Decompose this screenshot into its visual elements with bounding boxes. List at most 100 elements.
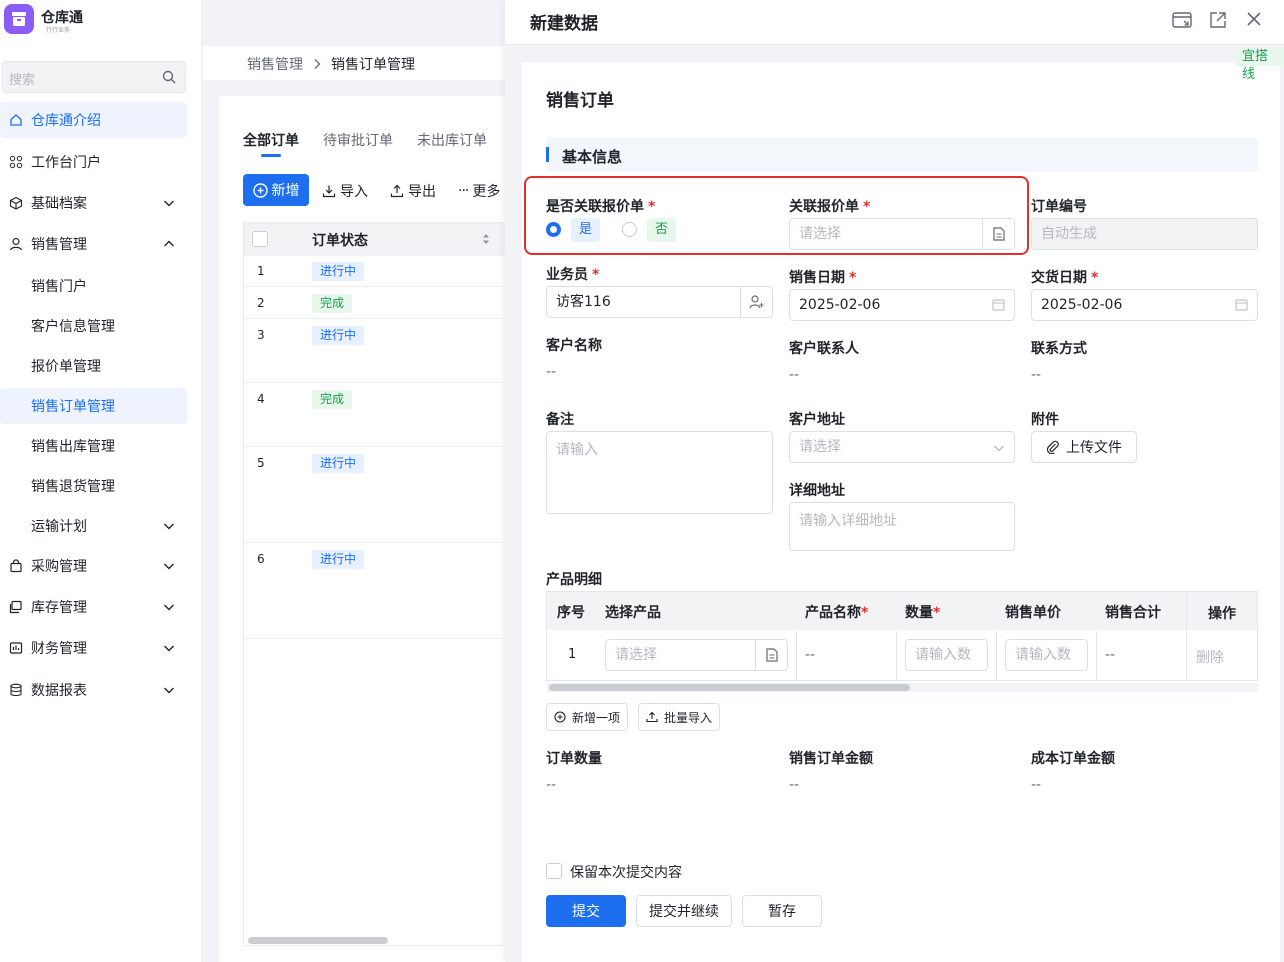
customer-name-value: -- (546, 364, 557, 380)
select-all-checkbox[interactable] (252, 231, 268, 247)
sale-date-label: 销售日期 * (789, 270, 857, 286)
link-quote-label-text: 是否关联报价单 (546, 199, 644, 215)
tab-not-shipped-orders[interactable]: 未出库订单 (417, 130, 487, 150)
salesman-value: 访客116 (556, 294, 611, 310)
home-icon (8, 112, 24, 128)
detail-address-textarea[interactable]: 请输入详细地址 (789, 502, 1015, 551)
sidebar-item-sales-order[interactable]: 销售订单管理 (0, 388, 187, 424)
upload-file-button[interactable]: 上传文件 (1031, 431, 1137, 463)
delivery-date-picker[interactable]: 2025-02-06 (1031, 289, 1258, 321)
chevron-down-icon (994, 445, 1004, 452)
sidebar-item-purchase[interactable]: 采购管理 (0, 548, 187, 584)
unit-price-input[interactable]: 请输入数 (1005, 639, 1088, 671)
more-label: 更多 (472, 184, 501, 200)
window-icon[interactable] (1172, 11, 1192, 29)
delete-row-button[interactable]: 删除 (1196, 647, 1224, 667)
plus-circle-icon (554, 711, 566, 723)
column-header-no: 序号 (557, 605, 585, 621)
sale-date-picker[interactable]: 2025-02-06 (789, 289, 1015, 321)
tab-all-orders[interactable]: 全部订单 (243, 130, 299, 150)
document-icon[interactable] (755, 640, 787, 670)
link-quote-no-radio[interactable] (622, 222, 637, 237)
submit-continue-button[interactable]: 提交并继续 (636, 895, 732, 927)
product-scrollbar[interactable] (549, 684, 910, 691)
add-item-button[interactable]: 新增一项 (546, 703, 628, 731)
address-select[interactable]: 请选择 (789, 431, 1015, 463)
sidebar-item-reports[interactable]: 数据报表 (0, 672, 187, 708)
link-quote-yes-label[interactable]: 是 (571, 218, 601, 242)
close-icon[interactable] (1246, 11, 1262, 27)
chevron-down-icon (164, 563, 174, 570)
sidebar-item-sales-return[interactable]: 销售退货管理 (0, 468, 187, 504)
sidebar-item-inventory[interactable]: 库存管理 (0, 589, 187, 625)
row-number: 1 (257, 264, 265, 278)
table-scrollbar[interactable] (248, 937, 388, 944)
column-header-status: 订单状态 (312, 233, 368, 249)
breadcrumb-parent[interactable]: 销售管理 (247, 54, 303, 74)
column-header-total: 销售合计 (1105, 605, 1161, 621)
stack-icon (8, 599, 24, 615)
order-no-field: 自动生成 (1031, 218, 1258, 250)
user-add-icon[interactable] (740, 287, 772, 317)
column-header-qty-text: 数量 (905, 605, 933, 621)
upload-icon (646, 711, 658, 723)
platform-tag: 宜搭线 (1236, 48, 1284, 82)
remark-textarea[interactable]: 请输入 (546, 431, 773, 514)
salesman-field[interactable]: 访客116 (546, 286, 773, 318)
sidebar-item-finance[interactable]: 财务管理 (0, 630, 187, 666)
plus-circle-icon (252, 182, 268, 198)
open-new-window-icon[interactable] (1209, 11, 1227, 29)
submit-button[interactable]: 提交 (546, 895, 626, 927)
tab-pending-orders[interactable]: 待审批订单 (323, 130, 393, 150)
sales-amount-label: 销售订单金额 (789, 751, 873, 767)
sidebar-item-portal[interactable]: 工作台门户 (0, 144, 187, 180)
sidebar-item-sales-outbound[interactable]: 销售出库管理 (0, 428, 187, 464)
sidebar-item-label: 销售门户 (31, 279, 87, 295)
link-quote-yes-radio[interactable] (546, 222, 561, 237)
table-header (244, 223, 507, 255)
import-button[interactable]: 导入 (322, 181, 368, 201)
product-select[interactable]: 请选择 (605, 639, 788, 671)
sidebar-item-intro[interactable]: 仓库通介绍 (0, 102, 187, 138)
qty-input[interactable]: 请输入数 (905, 639, 988, 671)
breadcrumb: 销售管理 销售订单管理 (247, 54, 415, 74)
sort-icon[interactable] (482, 233, 490, 245)
column-header-unit-price: 销售单价 (1005, 605, 1061, 621)
import-label: 导入 (340, 184, 368, 200)
product-detail-label: 产品明细 (546, 572, 602, 588)
export-button[interactable]: 导出 (390, 181, 436, 201)
row-divider (244, 382, 507, 383)
sidebar-item-sales[interactable]: 销售管理 (0, 226, 187, 262)
batch-import-button[interactable]: 批量导入 (638, 703, 720, 731)
column-divider (996, 631, 997, 681)
keep-content-checkbox[interactable] (546, 863, 562, 879)
link-quote-no-label[interactable]: 否 (647, 218, 677, 242)
search-input[interactable]: 搜索 (2, 61, 186, 93)
sidebar-item-basic-archive[interactable]: 基础档案 (0, 185, 187, 221)
cube-icon (8, 195, 24, 211)
status-badge: 进行中 (312, 262, 365, 281)
chart-icon (8, 640, 24, 656)
more-button[interactable]: ··· 更多 (458, 181, 500, 201)
row-divider (244, 638, 507, 639)
quote-select[interactable]: 请选择 (789, 218, 1015, 250)
salesman-label-text: 业务员 (546, 267, 588, 283)
sidebar-item-sales-portal[interactable]: 销售门户 (0, 268, 187, 304)
sidebar-item-quote[interactable]: 报价单管理 (0, 348, 187, 384)
column-header-product-name-text: 产品名称 (805, 605, 861, 621)
sidebar-item-label: 财务管理 (31, 641, 87, 657)
keep-content-label[interactable]: 保留本次提交内容 (570, 862, 682, 882)
row-number: 2 (257, 296, 265, 310)
sidebar-item-transport[interactable]: 运输计划 (0, 508, 187, 544)
chevron-down-icon (164, 687, 174, 694)
sidebar-item-label: 运输计划 (31, 519, 87, 535)
customer-name-label: 客户名称 (546, 338, 602, 354)
new-button[interactable]: 新增 (243, 174, 309, 206)
section-title: 基本信息 (562, 148, 623, 166)
document-icon[interactable] (982, 219, 1014, 249)
sidebar-item-label: 工作台门户 (31, 155, 101, 171)
chevron-down-icon (164, 200, 174, 207)
row-divider (244, 542, 507, 543)
sidebar-item-customer-info[interactable]: 客户信息管理 (0, 308, 187, 344)
save-draft-button[interactable]: 暂存 (742, 895, 822, 927)
